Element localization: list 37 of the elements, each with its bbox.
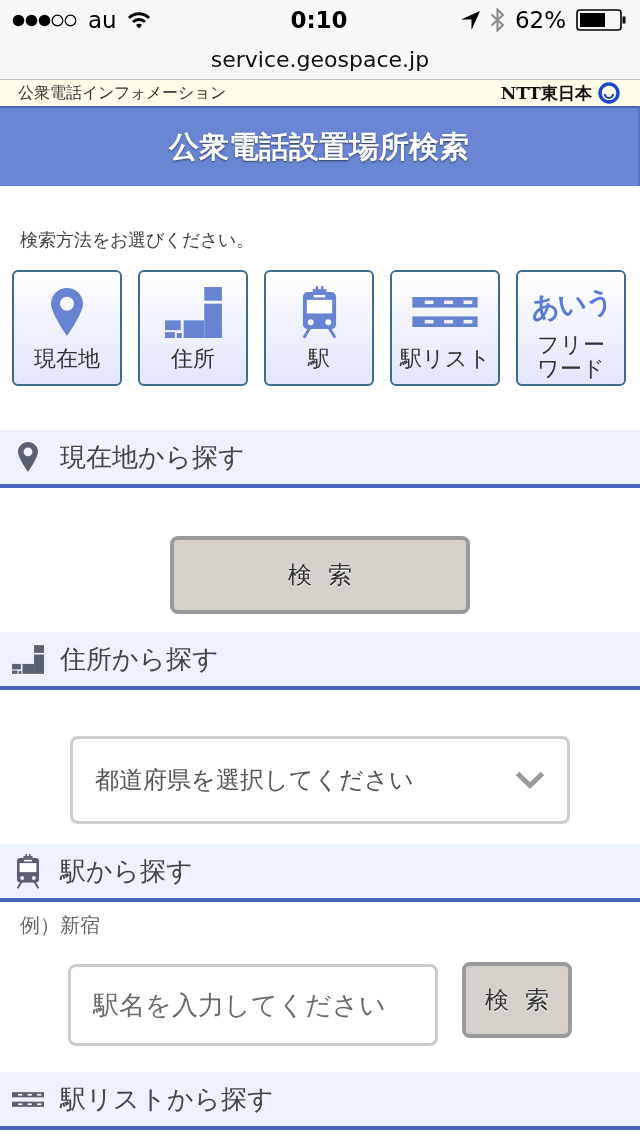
location-pin-icon [17,442,39,472]
search-method-button[interactable]: 駅リスト [390,270,500,386]
carrier-name: au [88,6,117,34]
section-title: 駅リストから探す [60,1083,274,1115]
instruction-text: 検索方法をお選びください。 [20,228,254,252]
location-pin-icon [51,288,83,336]
battery-icon [576,9,626,31]
page-title: 公衆電話設置場所検索 [169,129,469,165]
station-name-input[interactable]: 駅名を入力してください [68,964,438,1046]
url-text[interactable]: service.geospace.jp [210,45,430,74]
prefecture-dropdown[interactable]: 都道府県を選択してください [70,736,570,824]
clock-time: 0:10 [290,6,348,34]
search-method-button[interactable]: 駅 [264,270,374,386]
signal-icon [12,13,78,27]
bluetooth-icon [489,8,505,32]
map-blocks-icon [12,644,44,674]
location-arrow-icon [460,10,480,30]
search-method-button[interactable]: あいう フリーワード [516,270,626,386]
search-method-button[interactable]: 現在地 [12,270,122,386]
battery-percentage: 62% [514,6,566,34]
example-hint: 例）新宿 [20,912,100,938]
train-icon [15,853,41,889]
map-blocks-icon [164,286,222,338]
search-method-button[interactable]: 住所 [138,270,248,386]
section-title: 住所から探す [60,643,219,675]
search-button[interactable]: 検 索 [462,962,572,1038]
banner-title: 公衆電話インフォメーション [18,83,226,103]
logo-icon [598,82,620,104]
section-title: 現在地から探す [60,441,245,473]
list-bars-icon [409,297,481,327]
chevron-down-icon [515,771,545,789]
wifi-icon [126,11,151,29]
list-bars-icon [12,1091,44,1107]
search-button[interactable]: 検 索 [170,536,470,614]
section-title: 駅から探す [60,855,193,887]
logo-text: NTT東日本 [500,83,592,103]
hiragana-icon: あいう [529,284,613,325]
